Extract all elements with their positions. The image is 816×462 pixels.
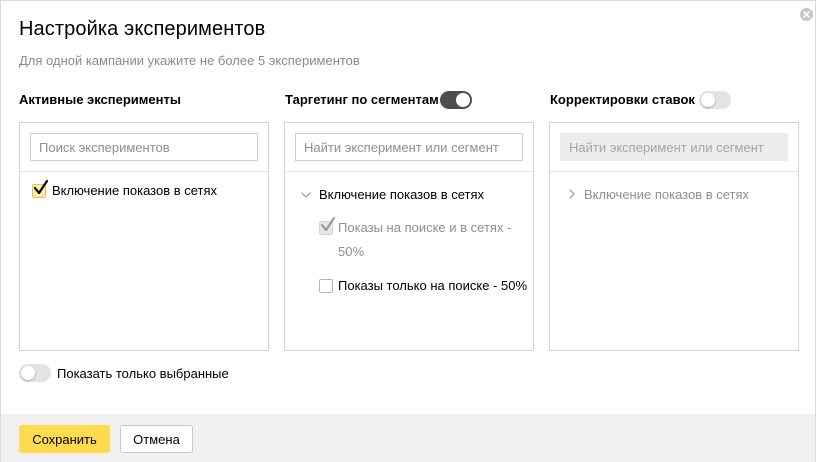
experiments-settings-dialog: Настройка экспериментов Для одной кампан… (0, 0, 816, 462)
bid-adjustments-panel: Включение показов в сетях (549, 122, 799, 351)
toggle-knob (701, 93, 715, 107)
segment-checkbox-search-and-networks (319, 216, 336, 235)
close-button[interactable] (800, 8, 813, 21)
bid-adjustments-search-input (560, 133, 788, 161)
active-experiments-search-input[interactable] (30, 133, 258, 161)
segment-group-label[interactable]: Включение показов в сетях (319, 187, 484, 202)
toggle-knob (21, 366, 35, 380)
segment-label-search-only[interactable]: Показы только на поиске - 50% (338, 278, 527, 293)
chevron-right-icon (569, 189, 575, 199)
chevron-down-icon[interactable] (301, 191, 311, 199)
segment-targeting-toggle[interactable] (440, 91, 472, 109)
bid-group-label: Включение показов в сетях (584, 187, 750, 202)
panel-divider (550, 171, 798, 172)
panel-divider (20, 171, 268, 172)
save-button[interactable]: Сохранить (19, 425, 110, 453)
segment-checkbox-search-only[interactable] (319, 279, 333, 293)
active-experiments-header: Активные эксперименты (19, 92, 181, 107)
bid-adjustments-header: Корректировки ставок (550, 92, 695, 107)
segment-targeting-panel: Включение показов в сетях Показы на поис… (284, 122, 534, 351)
segment-label-search-and-networks: Показы на поиске и в сетях - 50% (338, 220, 512, 259)
panel-divider (285, 171, 533, 172)
segment-targeting-search-input[interactable] (295, 133, 523, 161)
dialog-footer: Сохранить Отмена (1, 414, 815, 462)
show-selected-label: Показать только выбранные (57, 366, 229, 381)
show-selected-toggle[interactable] (19, 364, 51, 382)
cancel-button[interactable]: Отмена (120, 425, 193, 453)
close-icon (803, 11, 810, 18)
active-experiments-panel: Включение показов в сетях (19, 122, 269, 351)
dialog-subtitle: Для одной кампании укажите не более 5 эк… (19, 53, 360, 68)
bid-adjustments-toggle[interactable] (699, 91, 731, 109)
experiment-checkbox[interactable] (32, 179, 49, 198)
checkmark-icon (320, 216, 336, 232)
experiment-label[interactable]: Включение показов в сетях (52, 183, 217, 198)
segment-targeting-header: Таргетинг по сегментам (285, 92, 439, 107)
dialog-title: Настройка экспериментов (19, 18, 266, 40)
toggle-knob (456, 93, 470, 107)
checkmark-icon (33, 179, 49, 195)
